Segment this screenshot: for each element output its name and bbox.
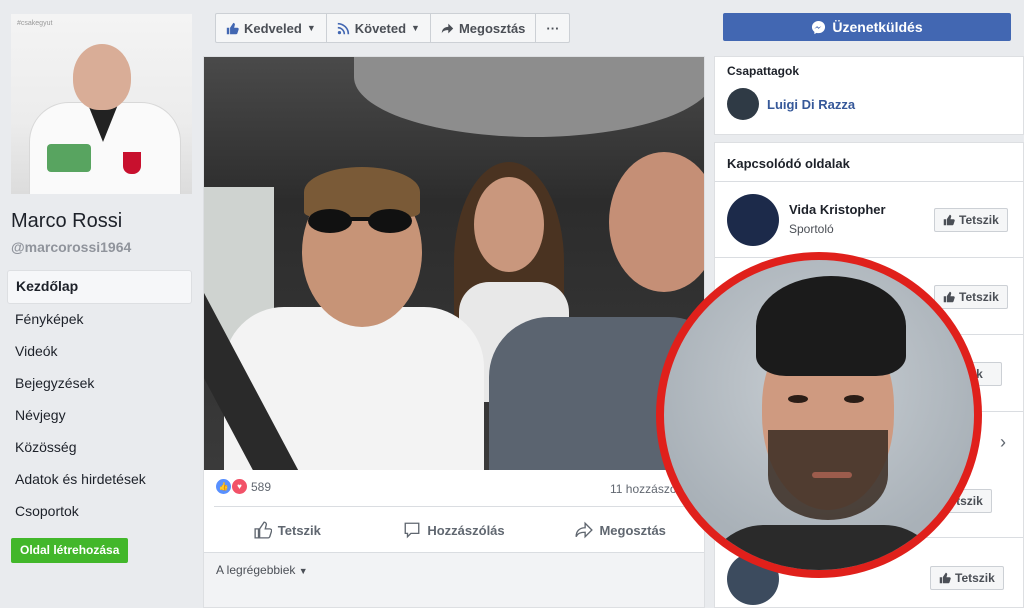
like-page-button[interactable]: Kedveled ▼ — [216, 14, 327, 42]
related-page-name[interactable]: Vida Kristopher — [789, 202, 886, 217]
like-reaction-icon: 👍 — [216, 479, 231, 494]
nav-item-groups[interactable]: Csoportok — [7, 496, 192, 528]
teammate-name-link[interactable]: Luigi Di Razza — [767, 97, 855, 112]
post-comment-label: Hozzászólás — [427, 522, 505, 538]
follow-label: Követed — [354, 20, 407, 36]
avatar[interactable] — [727, 194, 779, 246]
comments-section: A legrégebbiek ▼ — [204, 553, 704, 607]
comment-sort-dropdown[interactable]: A legrégebbiek ▼ — [216, 563, 308, 577]
page-name[interactable]: Marco Rossi — [11, 210, 122, 233]
page-handle[interactable]: @marcorossi1964 — [11, 239, 131, 255]
related-page-category: Sportoló — [789, 222, 834, 236]
thumbs-up-icon — [943, 214, 955, 226]
teammates-title: Csapattagok — [727, 64, 800, 78]
comment-icon — [404, 522, 420, 539]
reactions-count: 589 — [251, 479, 272, 494]
sunglasses-icon — [308, 209, 412, 233]
post-comment-button[interactable]: Hozzászólás — [371, 516, 538, 544]
nav-item-home[interactable]: Kezdőlap — [7, 270, 192, 304]
messenger-icon — [812, 20, 826, 34]
reactions-summary[interactable]: 👍 ♥ 589 — [216, 479, 271, 494]
send-message-label: Üzenetküldés — [832, 19, 923, 35]
chevron-down-icon: ▼ — [298, 566, 308, 576]
post-share-label: Megosztás — [599, 522, 666, 538]
profile-picture[interactable]: #csakegyut — [11, 14, 192, 194]
related-like-label: Tetszik — [959, 213, 999, 227]
overlay-portrait — [656, 252, 982, 578]
divider — [715, 257, 1023, 258]
divider — [214, 506, 694, 507]
nav-item-posts[interactable]: Bejegyzések — [7, 368, 192, 400]
nav-item-photos[interactable]: Fényképek — [7, 304, 192, 336]
chevron-down-icon: ▼ — [411, 23, 420, 33]
related-like-label: Tetszik — [955, 571, 995, 585]
post-actions: Tetszik Hozzászólás Megosztás — [204, 516, 704, 544]
share-page-button[interactable]: Megosztás — [431, 14, 537, 42]
divider — [715, 181, 1023, 182]
post-photo[interactable] — [204, 57, 704, 470]
comments-count[interactable]: 11 hozzászó — [610, 482, 677, 496]
post-card: 👍 ♥ 589 11 hozzászó Tetszik Hozzászólás … — [203, 56, 705, 608]
love-reaction-icon: ♥ — [232, 479, 247, 494]
nav-item-about[interactable]: Névjegy — [7, 400, 192, 432]
thumbs-up-icon — [254, 521, 272, 539]
send-message-button[interactable]: Üzenetküldés — [723, 13, 1011, 41]
share-arrow-icon — [575, 521, 594, 539]
related-like-label: Tetszik — [959, 290, 999, 304]
share-arrow-icon — [441, 23, 454, 33]
create-page-button[interactable]: Oldal létrehozása — [11, 538, 129, 563]
post-share-button[interactable]: Megosztás — [537, 516, 704, 544]
teammates-card: Csapattagok Luigi Di Razza — [714, 56, 1024, 135]
nav-item-videos[interactable]: Videók — [7, 336, 192, 368]
nav-item-info-ads[interactable]: Adatok és hirdetések — [7, 464, 192, 496]
share-page-label: Megosztás — [458, 20, 526, 36]
follow-button[interactable]: Követed ▼ — [327, 14, 431, 42]
post-like-label: Tetszik — [277, 522, 321, 538]
related-pages-title: Kapcsolódó oldalak — [727, 156, 850, 171]
chevron-down-icon: ▼ — [306, 23, 316, 33]
thumbs-up-icon — [939, 572, 951, 584]
photo-hashtag: #csakegyut — [17, 20, 53, 27]
page-nav: Kezdőlap Fényképek Videók Bejegyzések Né… — [7, 270, 192, 528]
rss-icon — [337, 22, 349, 34]
related-like-button[interactable]: Tetszik — [934, 285, 1008, 309]
post-like-button[interactable]: Tetszik — [204, 516, 371, 544]
comment-sort-label: A legrégebbiek — [216, 563, 296, 577]
more-dots-icon: ··· — [546, 20, 560, 36]
nav-item-community[interactable]: Közösség — [7, 432, 192, 464]
like-page-label: Kedveled — [244, 20, 302, 36]
avatar[interactable] — [727, 88, 759, 120]
more-options-button[interactable]: ··· — [536, 14, 569, 42]
page-action-bar: Kedveled ▼ Követed ▼ Megosztás ··· — [215, 13, 571, 43]
thumbs-up-icon — [226, 22, 239, 34]
related-like-button[interactable]: Tetszik — [934, 208, 1008, 232]
chevron-right-icon[interactable]: › — [1000, 432, 1006, 453]
thumbs-up-icon — [943, 291, 955, 303]
